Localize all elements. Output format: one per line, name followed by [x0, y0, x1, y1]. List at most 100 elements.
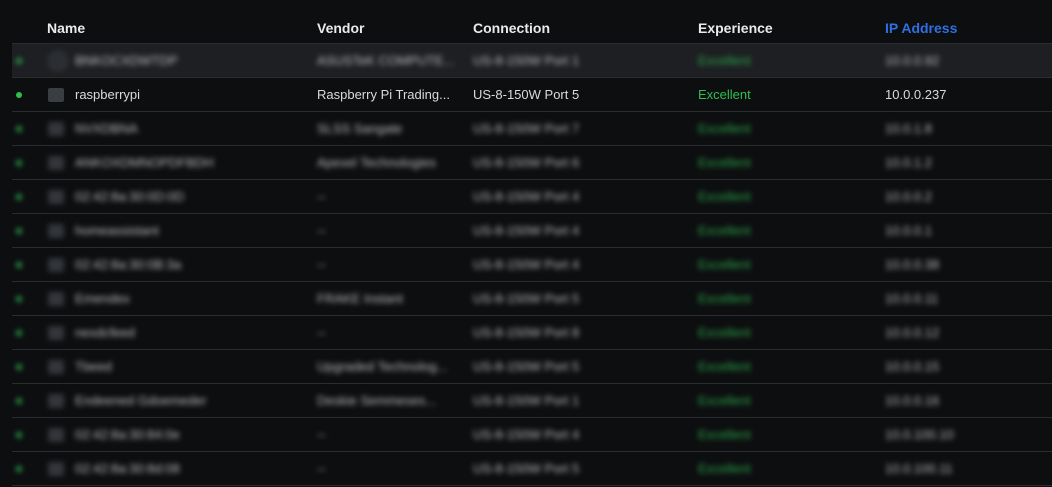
client-vendor: Upgraded Technolog... [317, 359, 448, 374]
client-name[interactable]: ANKOXDMNOPDFBDH [75, 146, 315, 179]
table-row[interactable]: Tbeed Upgraded Technolog... US-8-150W Port… [12, 350, 1052, 384]
client-experience: Excellent [698, 87, 751, 102]
client-connection: US-8-150W Port 5 [473, 87, 580, 102]
status-dot [16, 248, 28, 281]
client-ip-address: 10.0.100.10 [885, 427, 954, 442]
online-status-icon [16, 159, 22, 166]
client-experience: Excellent [698, 257, 751, 272]
column-header-vendor[interactable]: Vendor [317, 20, 364, 36]
client-name[interactable]: 02:42:8a:30:8d:08 [75, 452, 315, 485]
client-connection: US-8-150W Port 5 [473, 291, 580, 306]
table-row[interactable]: Emendex FRAKE Instant US-8-150W Port 5 Exce… [12, 282, 1052, 316]
client-experience: Excellent [698, 121, 751, 136]
table-row[interactable]: 02:42:8a:30:0D:0D -- US-8-150W Port 4 Excel… [12, 180, 1052, 214]
online-status-icon [16, 91, 22, 98]
device-icon-cell [48, 214, 68, 247]
table-row[interactable]: nexdcfeed -- US-8-150W Port 8 Excellent 10.0… [12, 316, 1052, 350]
device-icon-cell [48, 146, 68, 179]
table-row[interactable]: 02:42:8a:30:84:0e -- US-8-150W Port 4 Excel… [12, 418, 1052, 452]
client-name[interactable]: Tbeed [75, 350, 315, 383]
client-name[interactable]: homeassistant [75, 214, 315, 247]
client-ip-address: 10.0.0.12 [885, 325, 940, 340]
client-vendor: -- [317, 325, 326, 340]
online-status-icon [16, 125, 22, 132]
column-header-connection[interactable]: Connection [473, 20, 550, 36]
device-icon-cell [48, 418, 68, 451]
client-name[interactable]: BNKOCXDWTDP [75, 44, 315, 77]
online-status-icon [16, 193, 22, 200]
client-ip-address: 10.0.0.1 [885, 223, 932, 238]
device-icon-cell [48, 350, 68, 383]
client-connection: US-8-150W Port 4 [473, 427, 580, 442]
clients-table: Name Vendor Connection Experience IP Add… [12, 12, 1052, 486]
table-row[interactable]: NVXDBNA SLSS Sangate US-8-150W Port 7 Excel… [12, 112, 1052, 146]
client-ip-address: 10.0.0.16 [885, 393, 940, 408]
device-icon [48, 393, 64, 408]
device-icon [48, 291, 64, 306]
table-row[interactable]: BNKOCXDWTDP ASUSTeK COMPUTE... US-8-150W P… [12, 43, 1052, 78]
client-experience: Excellent [698, 427, 751, 442]
client-name[interactable]: 02:42:8a:30:84:0e [75, 418, 315, 451]
device-icon [48, 87, 64, 102]
device-icon [48, 155, 64, 170]
column-header-experience[interactable]: Experience [698, 20, 773, 36]
status-dot [16, 78, 28, 111]
online-status-icon [16, 397, 22, 404]
client-vendor: ASUSTeK COMPUTE... [317, 53, 455, 68]
device-icon [48, 461, 64, 476]
client-experience: Excellent [698, 359, 751, 374]
device-icon [48, 189, 64, 204]
client-connection: US-8-150W Port 4 [473, 223, 580, 238]
column-header-name[interactable]: Name [47, 20, 85, 36]
client-connection: US-8-150W Port 6 [473, 155, 580, 170]
table-row[interactable]: ANKOXDMNOPDFBDH Apexel Technologies US-8-1… [12, 146, 1052, 180]
online-status-icon [16, 295, 22, 302]
round-device-icon [48, 50, 68, 71]
status-dot [16, 350, 28, 383]
status-dot [16, 384, 28, 417]
client-experience: Excellent [698, 291, 751, 306]
device-icon [48, 359, 64, 374]
table-row[interactable]: 02:42:8a:30:8d:08 -- US-8-150W Port 5 Excel… [12, 452, 1052, 486]
client-connection: US-8-150W Port 7 [473, 121, 580, 136]
client-vendor: SLSS Sangate [317, 121, 403, 136]
client-ip-address: 10.0.1.8 [885, 121, 932, 136]
device-icon-cell [48, 316, 68, 349]
client-vendor: Apexel Technologies [317, 155, 437, 170]
device-icon-cell [48, 78, 68, 111]
column-header-ip-address[interactable]: IP Address [885, 20, 957, 36]
table-row[interactable]: homeassistant -- US-8-150W Port 4 Excellent… [12, 214, 1052, 248]
device-icon-cell [48, 180, 68, 213]
client-name[interactable]: 02:42:8a:30:0B:3a [75, 248, 315, 281]
client-name[interactable]: NVXDBNA [75, 112, 315, 145]
online-status-icon [16, 431, 22, 438]
table-row[interactable]: Endeened Gdoemeder Deskie Semmeses... US-8… [12, 384, 1052, 418]
table-row[interactable]: raspberrypi Raspberry Pi Trading... US-8-1… [12, 78, 1052, 112]
client-connection: US-8-150W Port 4 [473, 257, 580, 272]
client-ip-address: 10.0.0.15 [885, 359, 940, 374]
status-dot [16, 418, 28, 451]
device-icon-cell [48, 248, 68, 281]
client-vendor: Raspberry Pi Trading... [317, 87, 450, 102]
client-ip-address: 10.0.0.38 [885, 257, 940, 272]
online-status-icon [16, 57, 22, 64]
client-vendor: -- [317, 427, 326, 442]
client-name[interactable]: raspberrypi [75, 78, 315, 111]
online-status-icon [16, 363, 22, 370]
device-icon-cell [48, 452, 68, 485]
client-vendor: -- [317, 257, 326, 272]
device-icon-cell [48, 112, 68, 145]
client-ip-address: 10.0.0.237 [885, 87, 947, 102]
client-connection: US-8-150W Port 4 [473, 189, 580, 204]
device-icon-cell [48, 282, 68, 315]
client-name[interactable]: Endeened Gdoemeder [75, 384, 315, 417]
client-name[interactable]: nexdcfeed [75, 316, 315, 349]
table-row[interactable]: 02:42:8a:30:0B:3a -- US-8-150W Port 4 Excel… [12, 248, 1052, 282]
client-name[interactable]: Emendex [75, 282, 315, 315]
status-dot [16, 214, 28, 247]
client-ip-address: 10.0.0.2 [885, 189, 932, 204]
client-ip-address: 10.0.1.2 [885, 155, 932, 170]
client-name[interactable]: 02:42:8a:30:0D:0D [75, 180, 315, 213]
client-experience: Excellent [698, 325, 751, 340]
client-ip-address: 10.0.0.92 [885, 53, 940, 68]
